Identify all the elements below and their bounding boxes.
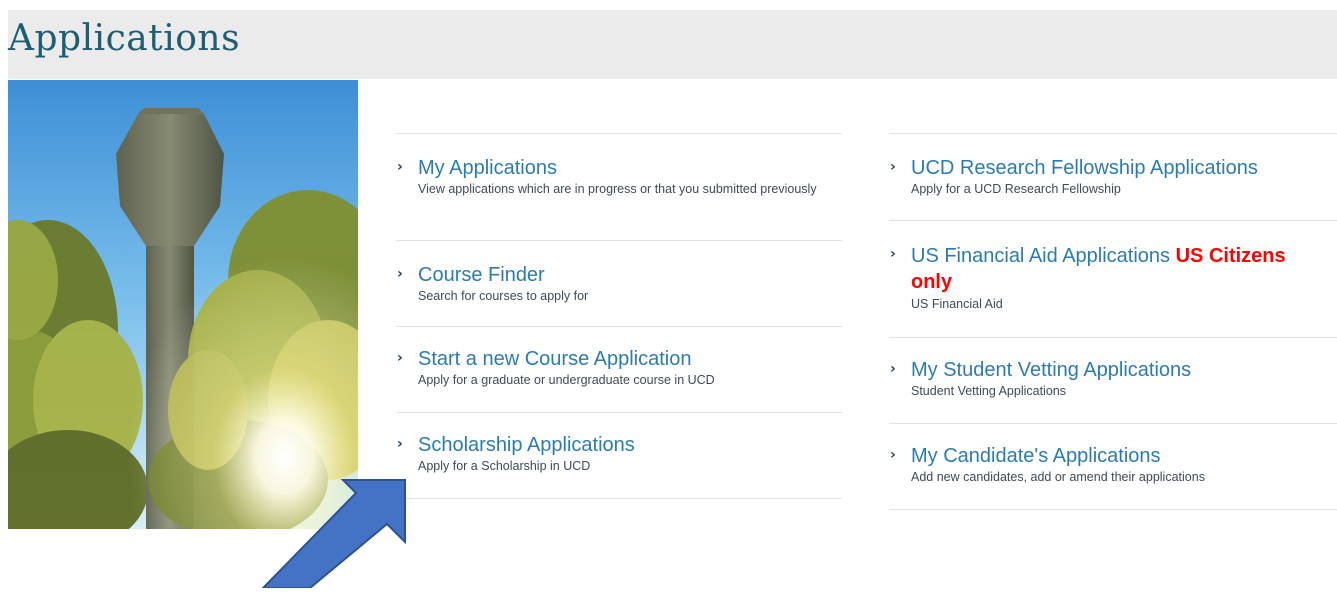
page-title: Applications <box>8 18 241 59</box>
us-financial-aid-description: US Financial Aid <box>911 297 1003 311</box>
chevron-right-icon: › <box>890 159 896 175</box>
page-header: Applications <box>8 10 1337 79</box>
chevron-right-icon: › <box>397 266 403 282</box>
list-item: › US Financial Aid Applications US Citiz… <box>889 221 1337 338</box>
list-item: › My Applications View applications whic… <box>396 134 842 241</box>
candidate-applications-link[interactable]: My Candidate's Applications <box>911 444 1337 468</box>
course-finder-link[interactable]: Course Finder <box>418 263 842 287</box>
research-fellowship-link[interactable]: UCD Research Fellowship Applications <box>911 156 1337 180</box>
chevron-right-icon: › <box>890 361 896 377</box>
my-applications-description: View applications which are in progress … <box>418 182 817 196</box>
start-course-application-description: Apply for a graduate or undergraduate co… <box>418 373 715 387</box>
course-finder-description: Search for courses to apply for <box>418 289 589 303</box>
student-vetting-description: Student Vetting Applications <box>911 384 1066 398</box>
list-item: › My Candidate's Applications Add new ca… <box>889 424 1337 510</box>
list-item: › Scholarship Applications Apply for a S… <box>396 413 842 499</box>
water-tower-photo <box>8 80 358 529</box>
chevron-right-icon: › <box>890 246 896 262</box>
student-vetting-link[interactable]: My Student Vetting Applications <box>911 358 1337 382</box>
list-item: › Start a new Course Application Apply f… <box>396 327 842 413</box>
scholarship-applications-description: Apply for a Scholarship in UCD <box>418 459 591 473</box>
research-fellowship-description: Apply for a UCD Research Fellowship <box>911 182 1121 196</box>
arrow-pointer-icon <box>260 476 432 589</box>
list-item: › UCD Research Fellowship Applications A… <box>889 134 1337 221</box>
scholarship-applications-link[interactable]: Scholarship Applications <box>418 433 842 457</box>
chevron-right-icon: › <box>397 436 403 452</box>
start-course-application-link[interactable]: Start a new Course Application <box>418 347 842 371</box>
candidate-applications-description: Add new candidates, add or amend their a… <box>911 470 1205 484</box>
list-item: › My Student Vetting Applications Studen… <box>889 338 1337 424</box>
left-link-list: › My Applications View applications whic… <box>396 133 842 499</box>
chevron-right-icon: › <box>890 447 896 463</box>
us-financial-aid-link[interactable]: US Financial Aid Applications US Citizen… <box>911 243 1297 295</box>
chevron-right-icon: › <box>397 159 403 175</box>
list-item: › Course Finder Search for courses to ap… <box>396 241 842 327</box>
chevron-right-icon: › <box>397 350 403 366</box>
my-applications-link[interactable]: My Applications <box>418 156 842 180</box>
right-link-list: › UCD Research Fellowship Applications A… <box>889 133 1337 510</box>
us-financial-aid-title: US Financial Aid Applications <box>911 245 1171 267</box>
